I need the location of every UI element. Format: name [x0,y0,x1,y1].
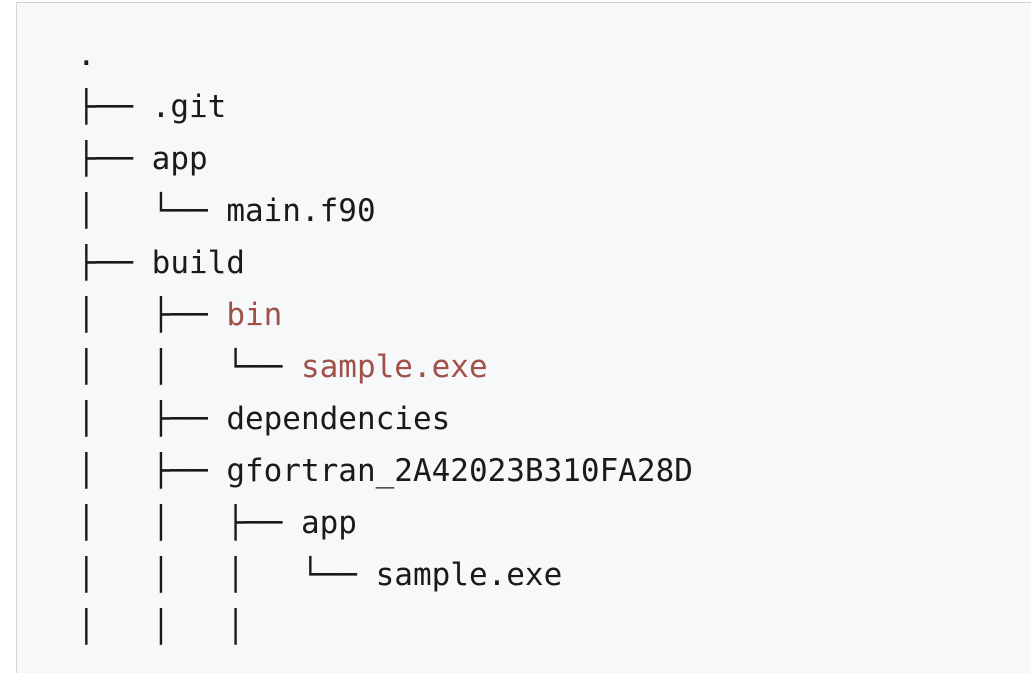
tree-branch-connector: │ │ │ [77,609,245,645]
tree-line: ├── .git [77,81,693,133]
tree-branch-connector: │ │ └── [77,349,301,385]
tree-line: │ │ └── sample.exe [77,341,693,393]
tree-directory-name: app [300,505,357,541]
tree-branch-connector: │ │ │ └── [77,557,376,593]
tree-file-name: main.f90 [226,193,376,229]
tree-file-name: sample.exe [375,557,563,593]
tree-line: ├── app [77,133,693,185]
tree-directory-name: gfortran_2A42023B310FA28D [226,453,693,489]
tree-highlighted-entry: sample.exe [300,349,488,385]
tree-line: │ ├── gfortran_2A42023B310FA28D [77,445,693,497]
tree-line: . [77,29,693,81]
tree-directory-name: app [151,141,208,177]
tree-directory-name: . [77,37,96,73]
tree-line: │ ├── dependencies [77,393,693,445]
code-block: . ├── .git ├── app │ └── main.f90 ├── build │… [16,2,1031,673]
tree-line: │ │ │ └── sample.exe [77,549,693,601]
tree-directory-name: dependencies [226,401,451,437]
tree-directory-name: build [151,245,245,281]
tree-branch-connector: ├── [77,245,152,281]
tree-line: │ └── main.f90 [77,185,693,237]
tree-branch-connector: ├── [77,141,152,177]
tree-branch-connector: │ └── [77,193,227,229]
tree-directory-name: .git [151,89,227,125]
tree-branch-connector: │ │ ├── [77,505,301,541]
tree-line: │ │ ├── app [77,497,693,549]
tree-line: ├── build [77,237,693,289]
tree-branch-connector: ├── [77,89,152,125]
tree-line: │ │ │ [77,601,693,653]
tree-branch-connector: │ ├── [77,297,227,333]
tree-branch-connector: │ ├── [77,453,227,489]
directory-tree: . ├── .git ├── app │ └── main.f90 ├── build │… [77,29,693,653]
tree-highlighted-entry: bin [226,297,283,333]
tree-line: │ ├── bin [77,289,693,341]
tree-branch-connector: │ ├── [77,401,227,437]
